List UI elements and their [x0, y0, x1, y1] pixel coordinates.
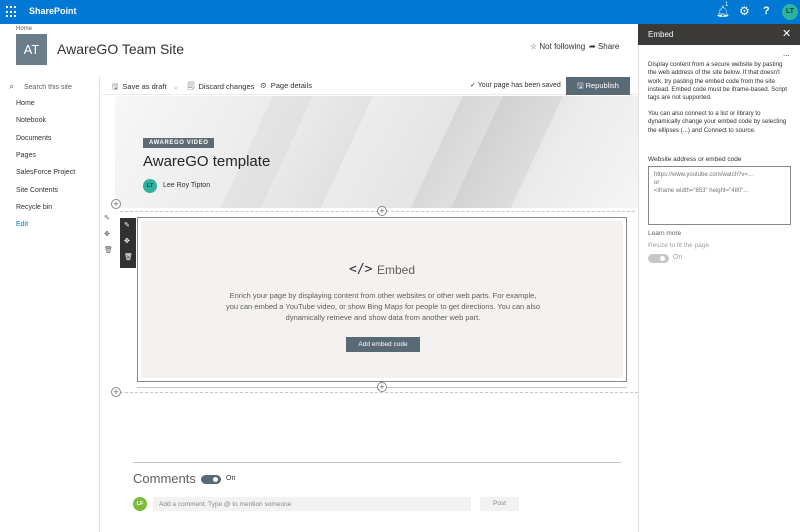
discard-label: Discard changes: [198, 82, 255, 91]
hero-banner[interactable]: [115, 96, 638, 208]
embed-webpart-title: Embed: [377, 263, 416, 277]
comment-input[interactable]: [153, 497, 471, 511]
author-name[interactable]: Lee Roy Tipton: [163, 182, 210, 189]
section-divider: [120, 392, 638, 393]
nav-item-documents[interactable]: Documents: [16, 135, 51, 142]
follow-label: Not following: [539, 42, 586, 51]
follow-button[interactable]: ☆ Not following: [530, 42, 585, 51]
search-input[interactable]: [24, 81, 96, 93]
app-brand[interactable]: SharePoint: [29, 6, 77, 16]
republish-icon: 🖫︎: [577, 81, 584, 90]
comments-toggle-label: On: [226, 475, 236, 482]
left-navigation: [0, 77, 100, 532]
trash-icon[interactable]: 🗑︎: [124, 253, 133, 261]
resize-label: Resize to fit the page: [648, 242, 710, 249]
app-launcher-icon[interactable]: [6, 6, 18, 18]
site-title[interactable]: AwareGO Team Site: [57, 41, 184, 57]
hero-decoration: [437, 96, 573, 208]
add-section-icon[interactable]: +: [111, 387, 121, 397]
hero-decoration: [307, 96, 473, 208]
commenter-avatar: LF: [133, 497, 147, 511]
search-icon: ⌕: [9, 81, 15, 91]
author-avatar: LT: [143, 179, 157, 193]
suite-bar: [0, 0, 800, 24]
property-pane-title: Embed: [648, 30, 674, 39]
comments-toggle[interactable]: [201, 475, 221, 484]
section-delete-icon[interactable]: 🗑︎: [104, 246, 113, 254]
post-comment-button[interactable]: Post: [480, 497, 519, 511]
site-logo[interactable]: AT: [16, 34, 47, 65]
add-section-icon[interactable]: +: [111, 199, 121, 209]
save-draft-button[interactable]: 🖫︎ Save as draft ⌄: [112, 81, 179, 94]
comments-title: Comments: [133, 471, 196, 486]
share-button[interactable]: ➦ Share: [589, 42, 619, 51]
page-details-gear-icon: ⚙︎: [260, 81, 267, 90]
section-move-icon[interactable]: ✥: [104, 230, 110, 238]
embed-webpart-description: Enrich your page by displaying content f…: [225, 291, 541, 322]
add-embed-code-button[interactable]: Add embed code: [346, 337, 420, 352]
section-edit-icon[interactable]: ✎: [104, 214, 110, 222]
nav-edit-link[interactable]: Edit: [16, 221, 28, 228]
hero-decoration: [208, 96, 323, 208]
notification-count: 1: [725, 2, 729, 8]
page-details-label: Page details: [270, 81, 313, 90]
resize-toggle-label: On: [673, 254, 683, 261]
property-pane-connect-note: You can also connect to a list or librar…: [648, 110, 787, 134]
save-status: ✓ Your page has been saved: [470, 81, 561, 89]
learn-more-link[interactable]: Learn more: [648, 230, 681, 237]
resize-toggle[interactable]: [648, 254, 669, 263]
nav-item-recycle-bin[interactable]: Recycle bin: [16, 204, 52, 211]
star-icon: ☆: [530, 42, 538, 51]
chevron-down-icon[interactable]: ⌄: [173, 82, 179, 91]
close-icon[interactable]: ✕: [782, 27, 791, 40]
user-avatar[interactable]: LT: [782, 4, 798, 20]
settings-gear-icon[interactable]: ⚙︎: [739, 4, 750, 18]
checkmark-icon: ✓: [470, 82, 476, 89]
page-details-button[interactable]: ⚙︎ Page details: [260, 81, 312, 90]
breadcrumb[interactable]: Home: [16, 26, 32, 32]
save-status-label: Your page has been saved: [477, 82, 561, 89]
nav-item-notebook[interactable]: Notebook: [16, 117, 46, 124]
resize-toggle-knob: [660, 256, 665, 261]
more-options-icon[interactable]: ...: [783, 49, 790, 58]
comments-divider: [133, 462, 621, 463]
share-icon: ➦: [589, 42, 596, 51]
add-webpart-icon[interactable]: +: [377, 206, 387, 216]
nav-item-salesforce-project[interactable]: SalesForce Project: [16, 169, 75, 176]
republish-button[interactable]: 🖫︎ Republish: [566, 77, 630, 95]
add-webpart-icon[interactable]: +: [377, 382, 387, 392]
share-label: Share: [597, 42, 620, 51]
embed-code-icon: </>: [349, 262, 373, 277]
nav-item-home[interactable]: Home: [16, 100, 35, 107]
discard-icon: 🗐︎: [187, 82, 195, 91]
hero-title[interactable]: AwareGO template: [143, 153, 270, 170]
republish-label: Republish: [585, 81, 619, 90]
edit-pencil-icon[interactable]: ✎: [124, 221, 130, 229]
save-icon: 🖫︎: [112, 82, 119, 91]
save-draft-label: Save as draft: [122, 82, 167, 91]
nav-item-pages[interactable]: Pages: [16, 152, 36, 159]
embed-address-field[interactable]: [648, 166, 791, 225]
embed-address-label: Website address or embed code: [648, 156, 742, 163]
property-pane-description: Display content from a secure website by…: [648, 61, 787, 102]
help-icon[interactable]: ?: [763, 5, 770, 17]
comments-toggle-knob: [213, 477, 218, 482]
move-icon[interactable]: ✥: [124, 237, 130, 245]
hero-topic-tag[interactable]: AWAREGO VIDEO: [143, 138, 215, 148]
discard-changes-button[interactable]: 🗐︎ Discard changes: [187, 81, 254, 94]
nav-item-site-contents[interactable]: Site Contents: [16, 187, 58, 194]
